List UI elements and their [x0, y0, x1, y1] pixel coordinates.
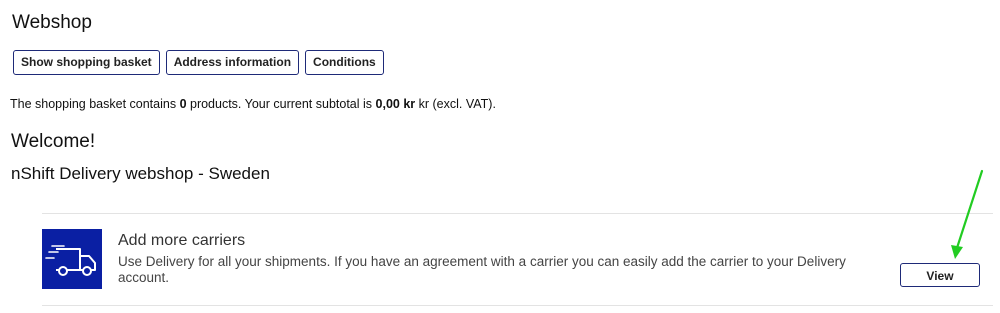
welcome-heading: Welcome!: [11, 131, 96, 152]
delivery-truck-icon: [42, 229, 102, 289]
basket-summary: The shopping basket contains 0 products.…: [10, 96, 496, 112]
basket-summary-suffix: kr (excl. VAT).: [415, 97, 496, 111]
show-shopping-basket-button[interactable]: Show shopping basket: [13, 50, 160, 75]
card-divider-bottom: [42, 305, 993, 306]
card-title: Add more carriers: [118, 232, 246, 249]
basket-product-count: 0: [179, 97, 187, 111]
basket-summary-prefix: The shopping basket contains: [10, 97, 180, 111]
conditions-button[interactable]: Conditions: [305, 50, 384, 75]
basket-summary-middle: products. Your current subtotal is: [186, 97, 376, 111]
page-title: Webshop: [12, 12, 92, 33]
basket-subtotal: 0,00 kr: [375, 97, 416, 111]
webshop-page: Webshop Show shopping basket Address inf…: [0, 0, 1000, 313]
annotation-arrow-icon: [951, 169, 984, 259]
toolbar: Show shopping basket Address information…: [13, 50, 384, 75]
webshop-subtitle: nShift Delivery webshop - Sweden: [11, 164, 270, 183]
card-divider-top: [42, 213, 993, 214]
view-button[interactable]: View: [900, 263, 980, 287]
card-description: Use Delivery for all your shipments. If …: [118, 254, 846, 285]
address-information-button[interactable]: Address information: [165, 50, 300, 75]
